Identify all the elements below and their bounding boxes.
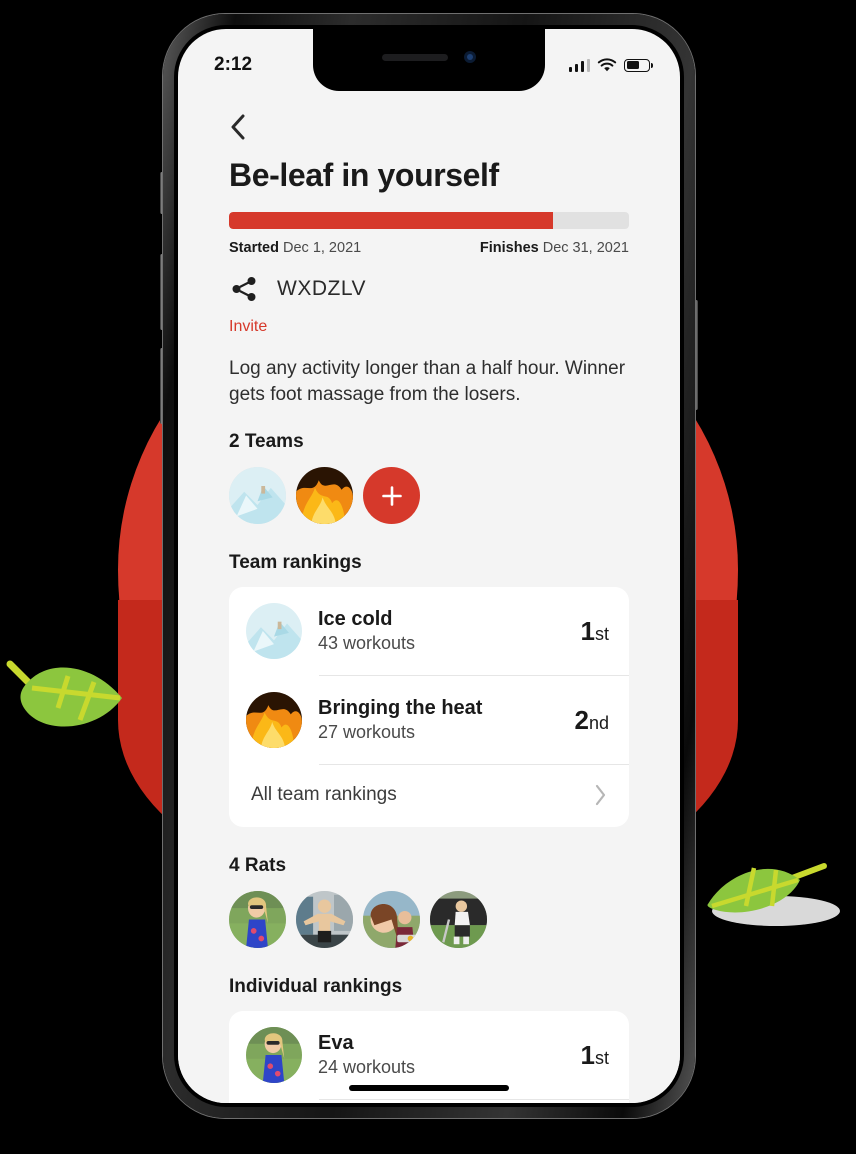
page-title: Be-leaf in yourself <box>229 157 499 193</box>
phone-notch <box>313 29 545 91</box>
table-row[interactable]: Ice cold 43 workouts 1st <box>229 587 629 675</box>
all-team-rankings-link[interactable]: All team rankings <box>229 765 629 827</box>
start-date: Started Dec 1, 2021 <box>229 240 362 256</box>
teams-heading: 2 Teams <box>229 431 304 453</box>
phone-device-frame: 2:12 Be-leaf in yourself Started Dec 1, … <box>163 14 695 1118</box>
team-rankings-heading: Team rankings <box>229 552 362 574</box>
phone-screen: 2:12 Be-leaf in yourself Started Dec 1, … <box>178 29 680 1103</box>
all-team-rankings-label: All team rankings <box>251 784 397 806</box>
invite-code-row[interactable]: WXDZLV <box>229 274 629 304</box>
challenge-dates: Started Dec 1, 2021 Finishes Dec 31, 202… <box>229 240 629 256</box>
fire-avatar <box>246 692 302 749</box>
chevron-right-icon <box>595 785 606 806</box>
table-row[interactable]: Bringing the heat 27 workouts 2nd <box>229 676 629 764</box>
member-place: 1st <box>580 1039 609 1070</box>
screenshot-stage: 2:12 Be-leaf in yourself Started Dec 1, … <box>0 0 856 1154</box>
status-bar-time: 2:12 <box>214 54 253 75</box>
member-bruce-avatar[interactable] <box>296 891 353 949</box>
add-team-button[interactable] <box>363 467 420 525</box>
challenge-description: Log any activity longer than a half hour… <box>229 358 626 406</box>
member-3-avatar[interactable] <box>363 891 420 949</box>
member-avatar-row <box>229 891 629 949</box>
app-content: Be-leaf in yourself Started Dec 1, 2021 … <box>178 91 680 1103</box>
plus-icon <box>381 486 402 506</box>
leaf-left-icon <box>6 660 122 727</box>
team-avatar-row <box>229 467 629 525</box>
share-icon <box>232 277 256 301</box>
team-name: Ice cold <box>318 608 393 631</box>
chevron-left-icon <box>231 114 245 140</box>
team-avatar-ice[interactable] <box>229 467 286 525</box>
member-workouts: 24 workouts <box>318 1057 416 1078</box>
team-workouts: 43 workouts <box>318 633 416 654</box>
team-name: Bringing the heat <box>318 697 483 720</box>
leaf-right-icon <box>707 863 827 913</box>
team-rankings-card: Ice cold 43 workouts 1st Bringing the he… <box>229 587 629 828</box>
invite-code-text: WXDZLV <box>277 277 366 300</box>
home-indicator[interactable] <box>349 1085 509 1091</box>
member-eva-avatar <box>246 1027 302 1084</box>
cellular-bars-icon <box>568 58 590 72</box>
team-workouts: 27 workouts <box>318 722 416 743</box>
members-heading: 4 Rats <box>229 855 287 877</box>
team-place: 1st <box>580 615 609 646</box>
earpiece-speaker-icon <box>382 53 448 61</box>
individual-rankings-heading: Individual rankings <box>229 976 403 998</box>
team-avatar-fire[interactable] <box>296 467 353 525</box>
team-place: 2nd <box>574 704 610 735</box>
invite-link[interactable]: Invite <box>229 318 629 336</box>
challenge-progress-bar <box>229 212 629 229</box>
front-camera-icon <box>464 51 476 63</box>
member-4-avatar[interactable] <box>430 891 487 949</box>
back-button[interactable] <box>178 91 297 147</box>
wifi-icon <box>597 57 617 71</box>
member-name: Eva <box>318 1032 354 1055</box>
challenge-progress-fill <box>229 212 553 229</box>
table-row[interactable]: Bruce 2 <box>229 1100 629 1103</box>
battery-icon <box>624 58 653 72</box>
member-eva-avatar[interactable] <box>229 891 286 949</box>
finish-date: Finishes Dec 31, 2021 <box>479 240 629 256</box>
ice-avatar <box>246 603 302 660</box>
phone-bezel: 2:12 Be-leaf in yourself Started Dec 1, … <box>174 25 684 1107</box>
